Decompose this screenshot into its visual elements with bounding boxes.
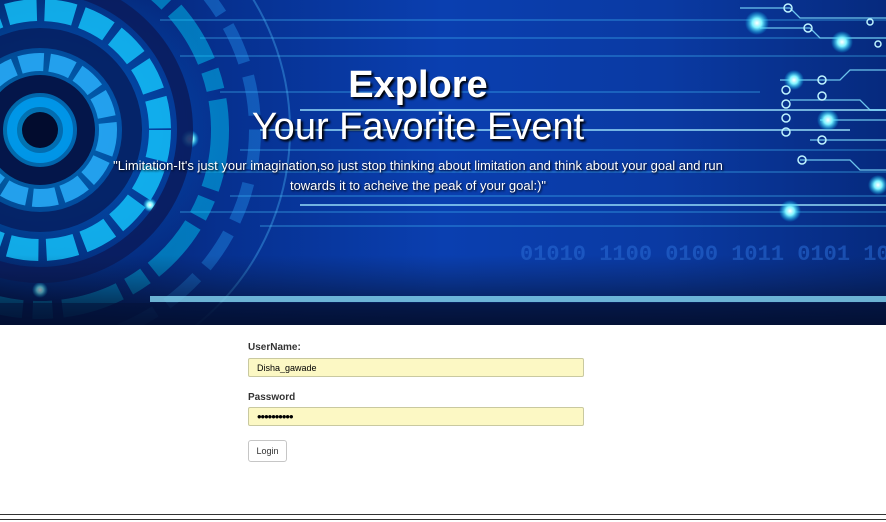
hero-banner: 01010 1100 0100 1011 0101 1010 Explore Y… <box>0 0 886 325</box>
password-input[interactable] <box>248 407 584 426</box>
password-label: Password <box>248 392 296 403</box>
hero-title-event: Your Favorite Event <box>251 106 585 148</box>
footer-divider-2 <box>0 519 886 520</box>
username-label: UserName: <box>248 342 301 353</box>
footer-divider <box>0 514 886 515</box>
username-input[interactable] <box>248 358 584 377</box>
hero-title-explore: Explore <box>348 64 488 106</box>
login-button[interactable]: Login <box>248 440 287 462</box>
hero-quote: "Limitation-It's just your imagination,s… <box>113 158 723 193</box>
